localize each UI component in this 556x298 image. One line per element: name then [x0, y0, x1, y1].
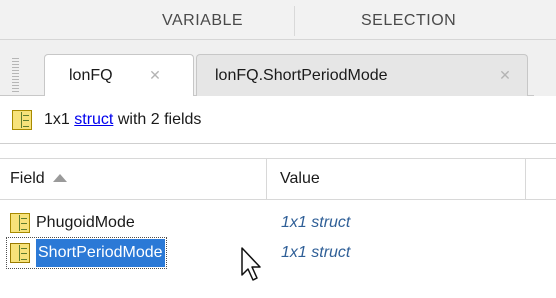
tab-strip-grip[interactable] [12, 58, 19, 92]
table-row[interactable]: PhugoidMode 1x1 struct [0, 204, 556, 238]
field-name: PhugoidMode [36, 214, 135, 231]
struct-icon [10, 213, 30, 233]
column-header-label: Field [10, 170, 45, 187]
field-name: ShortPeriodMode [36, 239, 165, 267]
field-cell[interactable]: PhugoidMode [10, 209, 135, 237]
tab-lonfq[interactable]: lonFQ ✕ [44, 54, 194, 97]
section-selection-label: SELECTION [361, 12, 457, 29]
value-cell[interactable]: 1x1 struct [281, 209, 350, 237]
struct-link[interactable]: struct [74, 111, 113, 128]
field-cell[interactable]: ShortPeriodMode [6, 237, 167, 269]
close-icon[interactable]: ✕ [497, 67, 513, 83]
value-cell[interactable]: 1x1 struct [281, 239, 350, 267]
tab-lonfq-shortperiodmode[interactable]: lonFQ.ShortPeriodMode ✕ [196, 54, 528, 96]
variable-info-bar: 1x1 struct with 2 fields [0, 96, 556, 144]
column-header-value[interactable]: Value [268, 159, 526, 199]
struct-icon [12, 109, 32, 130]
section-variable-label: VARIABLE [162, 12, 244, 29]
size-text: 1x1 [44, 110, 70, 128]
struct-fields-table: Field Value PhugoidMode 1x1 struct Short… [0, 144, 556, 298]
section-divider [294, 6, 295, 36]
tab-label: lonFQ [69, 67, 113, 84]
fields-count-text: with 2 fields [117, 110, 202, 128]
sort-ascending-icon [52, 174, 67, 182]
column-header-field[interactable]: Field [0, 159, 267, 199]
variables-editor: VARIABLE SELECTION lonFQ ✕ lonFQ.ShortPe… [0, 0, 556, 298]
struct-icon [10, 243, 30, 263]
column-header-label: Value [280, 170, 320, 187]
table-row-selected[interactable]: ShortPeriodMode 1x1 struct [0, 234, 556, 269]
toolstrip-sections: VARIABLE SELECTION [0, 0, 556, 40]
tab-strip-edge [534, 58, 556, 96]
close-icon[interactable]: ✕ [147, 67, 163, 83]
mouse-pointer-icon [241, 247, 261, 281]
variable-summary: 1x1 struct with 2 fields [44, 111, 201, 129]
tab-label: lonFQ.ShortPeriodMode [215, 66, 388, 84]
table-header: Field Value [0, 158, 556, 200]
